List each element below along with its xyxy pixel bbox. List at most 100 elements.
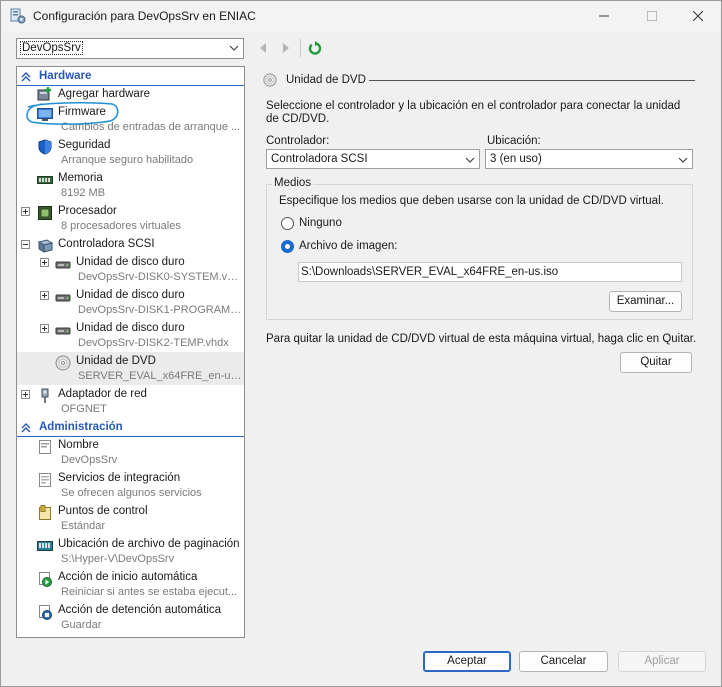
vm-selector-value: DevOpsSrv <box>20 41 83 55</box>
refresh-icon[interactable] <box>307 40 323 56</box>
tree-item-label: Acción de detención automática <box>58 604 222 616</box>
window-title: Configuración para DevOpsSrv en ENIAC <box>33 9 256 23</box>
settings-tree[interactable]: Hardware Agregar hardware Firmware Cambi… <box>16 66 245 638</box>
controller-dropdown[interactable]: Controladora SCSI <box>266 149 480 169</box>
chevron-down-icon <box>678 157 688 163</box>
location-value: 3 (en uso) <box>490 153 542 165</box>
tree-item-checkpoints[interactable]: Puntos de control Estándar <box>17 502 244 535</box>
tree-item-label: Seguridad <box>58 139 111 151</box>
location-label: Ubicación: <box>487 135 541 147</box>
tree-item-add-hardware[interactable]: Agregar hardware <box>17 85 244 103</box>
tree-item-label: Adaptador de red <box>58 388 147 400</box>
tree-item-memory[interactable]: Memoria 8192 MB <box>17 169 244 202</box>
minimize-button[interactable] <box>581 1 627 31</box>
tree-item-label: Nombre <box>58 439 99 451</box>
tree-item-integration-services[interactable]: Servicios de integración Se ofrecen algu… <box>17 469 244 502</box>
maximize-button[interactable] <box>629 1 675 31</box>
tree-item-label: Unidad de disco duro <box>76 289 185 301</box>
tree-item-label: Unidad de DVD <box>76 355 156 367</box>
tree-item-dvd-drive[interactable]: Unidad de DVD SERVER_EVAL_x64FRE_en-us..… <box>17 352 244 385</box>
expand-toggle[interactable] <box>40 291 49 300</box>
image-file-radio-label[interactable]: Archivo de imagen: <box>299 240 397 252</box>
tree-item-automatic-stop-action[interactable]: Acción de detención automática Guardar <box>17 601 244 634</box>
processor-icon <box>38 206 52 220</box>
hard-disk-icon <box>55 261 71 269</box>
tree-item-label: Unidad de disco duro <box>76 322 185 334</box>
location-dropdown[interactable]: 3 (en uso) <box>485 149 693 169</box>
back-arrow-icon[interactable] <box>256 41 270 55</box>
paging-file-icon <box>37 541 53 551</box>
tree-item-label: Acción de inicio automática <box>58 571 198 583</box>
tree-item-detail: DevOpsSrv-DISK1-PROGRAMS.... <box>78 304 243 316</box>
tree-item-hard-disk-2[interactable]: Unidad de disco duro DevOpsSrv-DISK2-TEM… <box>17 319 244 352</box>
tree-item-detail: 8192 MB <box>61 187 106 199</box>
hard-disk-icon <box>55 327 71 335</box>
vm-selector-dropdown[interactable]: DevOpsSrv <box>16 38 244 59</box>
tree-item-label: Servicios de integración <box>58 472 181 484</box>
expand-toggle[interactable] <box>21 390 30 399</box>
settings-window: Configuración para DevOpsSrv en ENIAC De… <box>0 0 722 687</box>
tree-item-label: Ubicación de archivo de paginación ... <box>58 538 242 550</box>
automatic-start-icon <box>39 572 52 587</box>
tree-item-paging-file-location[interactable]: Ubicación de archivo de paginación ... S… <box>17 535 244 568</box>
close-button[interactable] <box>675 1 721 31</box>
image-file-radio[interactable] <box>281 240 294 253</box>
group-divider <box>369 80 695 81</box>
checkpoint-icon <box>39 505 51 520</box>
tree-item-detail: Cambios de entradas de arranque ... <box>61 121 241 133</box>
tree-item-label: Agregar hardware <box>58 88 151 100</box>
expand-toggle[interactable] <box>40 324 49 333</box>
tree-item-detail: DevOpsSrv-DISK0-SYSTEM.vhdx <box>78 271 243 283</box>
integration-services-icon <box>39 473 51 487</box>
minimize-icon <box>599 15 609 17</box>
tree-item-hard-disk-1[interactable]: Unidad de disco duro DevOpsSrv-DISK1-PRO… <box>17 286 244 319</box>
toolbar-separator <box>300 39 301 57</box>
automatic-stop-icon <box>39 605 52 620</box>
tree-item-processor[interactable]: Procesador 8 procesadores virtuales <box>17 202 244 235</box>
chevron-down-icon <box>465 157 475 163</box>
chevron-down-icon <box>229 45 239 51</box>
controller-label: Controlador: <box>266 135 330 147</box>
tree-item-label: Memoria <box>58 172 103 184</box>
tree-item-detail: DevOpsSrv <box>61 454 118 466</box>
chevron-up-double-icon <box>21 72 31 82</box>
tree-item-automatic-start-action[interactable]: Acción de inicio automática Reiniciar si… <box>17 568 244 601</box>
tree-item-hard-disk-0[interactable]: Unidad de disco duro DevOpsSrv-DISK0-SYS… <box>17 253 244 286</box>
tree-item-security[interactable]: Seguridad Arranque seguro habilitado <box>17 136 244 169</box>
tree-item-name[interactable]: Nombre DevOpsSrv <box>17 436 244 469</box>
cancel-button[interactable]: Cancelar <box>519 651 608 672</box>
none-radio-label[interactable]: Ninguno <box>299 217 342 229</box>
controller-value: Controladora SCSI <box>271 153 368 165</box>
ok-button[interactable]: Aceptar <box>423 651 511 672</box>
none-radio[interactable] <box>281 217 294 230</box>
tree-item-label: Puntos de control <box>58 505 148 517</box>
tree-item-detail: Se ofrecen algunos servicios <box>61 487 202 499</box>
tree-item-detail: DevOpsSrv-DISK2-TEMP.vhdx <box>78 337 229 349</box>
remove-instructions: Para quitar la unidad de CD/DVD virtual … <box>266 333 697 345</box>
firmware-icon <box>37 108 53 121</box>
tree-item-detail: S:\Hyper-V\DevOpsSrv <box>61 553 175 565</box>
dvd-group-header: Unidad de DVD <box>263 72 695 90</box>
tree-item-firmware[interactable]: Firmware Cambios de entradas de arranque… <box>17 103 244 136</box>
tree-item-label: Firmware <box>58 106 106 118</box>
vm-settings-icon <box>10 8 26 24</box>
expand-toggle[interactable] <box>21 207 30 216</box>
tree-item-network-adapter[interactable]: Adaptador de red OFGNET <box>17 385 244 418</box>
browse-button[interactable]: Examinar... <box>609 291 682 312</box>
tree-item-label: Controladora SCSI <box>58 238 155 250</box>
hard-disk-icon <box>55 294 71 302</box>
tree-item-scsi-controller[interactable]: Controladora SCSI <box>17 235 244 253</box>
scsi-controller-icon <box>37 239 53 253</box>
memory-icon <box>37 176 53 184</box>
image-path-input[interactable]: S:\Downloads\SERVER_EVAL_x64FRE_en-us.is… <box>298 262 682 282</box>
apply-button: Aplicar <box>618 651 706 672</box>
tree-item-detail: OFGNET <box>61 403 107 415</box>
media-group-label: Medios <box>272 177 314 189</box>
management-section-header[interactable]: Administración <box>17 419 244 437</box>
media-description: Especifique los medios que deben usarse … <box>279 195 664 207</box>
remove-button[interactable]: Quitar <box>620 352 692 373</box>
collapse-toggle[interactable] <box>21 240 30 249</box>
hardware-section-header[interactable]: Hardware <box>17 68 244 86</box>
expand-toggle[interactable] <box>40 258 49 267</box>
forward-arrow-icon[interactable] <box>279 41 293 55</box>
